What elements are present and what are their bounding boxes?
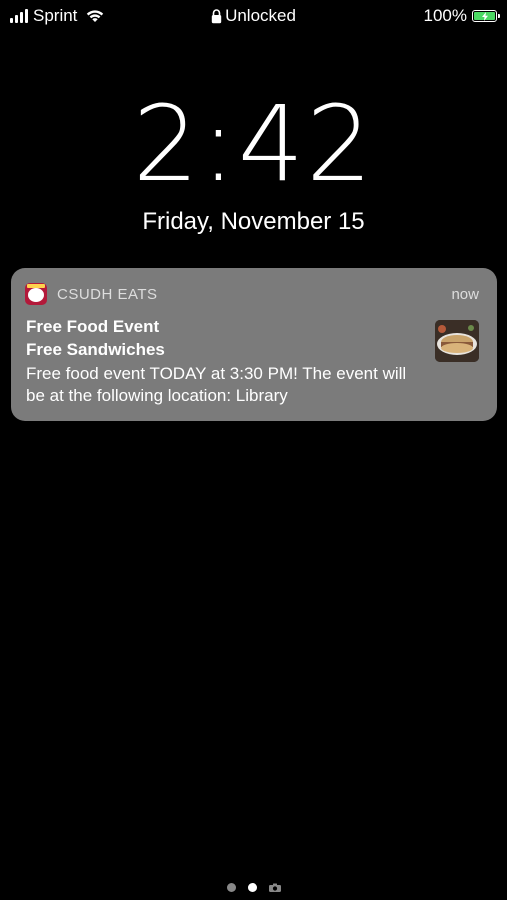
- battery-icon: [472, 10, 500, 22]
- lock-icon: [211, 8, 222, 23]
- status-bar: Sprint Unlocked 100%: [0, 0, 507, 32]
- lock-screen-time: 2:42: [132, 83, 375, 205]
- notification-card[interactable]: CSUDH EATS now Free Food Event Free Sand…: [11, 268, 497, 421]
- notification-title: Free Food Event: [26, 317, 160, 336]
- notification-header: CSUDH EATS now: [25, 282, 479, 306]
- notification-subtitle: Free Sandwiches: [26, 340, 165, 359]
- camera-icon: [268, 883, 281, 892]
- page-dot-active: [247, 883, 257, 892]
- charging-bolt-icon: [481, 11, 488, 21]
- page-dot: [226, 883, 236, 892]
- lock-status-label: Unlocked: [225, 6, 296, 25]
- csudh-eats-app-icon: [25, 283, 47, 305]
- notification-app-name: CSUDH EATS: [57, 285, 158, 303]
- notification-timestamp: now: [451, 285, 479, 303]
- lock-screen-date: Friday, November 15: [142, 208, 365, 235]
- notification-body: Free food event TODAY at 3:30 PM! The ev…: [26, 364, 407, 405]
- battery-percent: 100%: [423, 6, 467, 25]
- page-indicator: [0, 883, 507, 892]
- sandwich-thumbnail: [435, 320, 479, 362]
- status-right: 100%: [423, 6, 500, 26]
